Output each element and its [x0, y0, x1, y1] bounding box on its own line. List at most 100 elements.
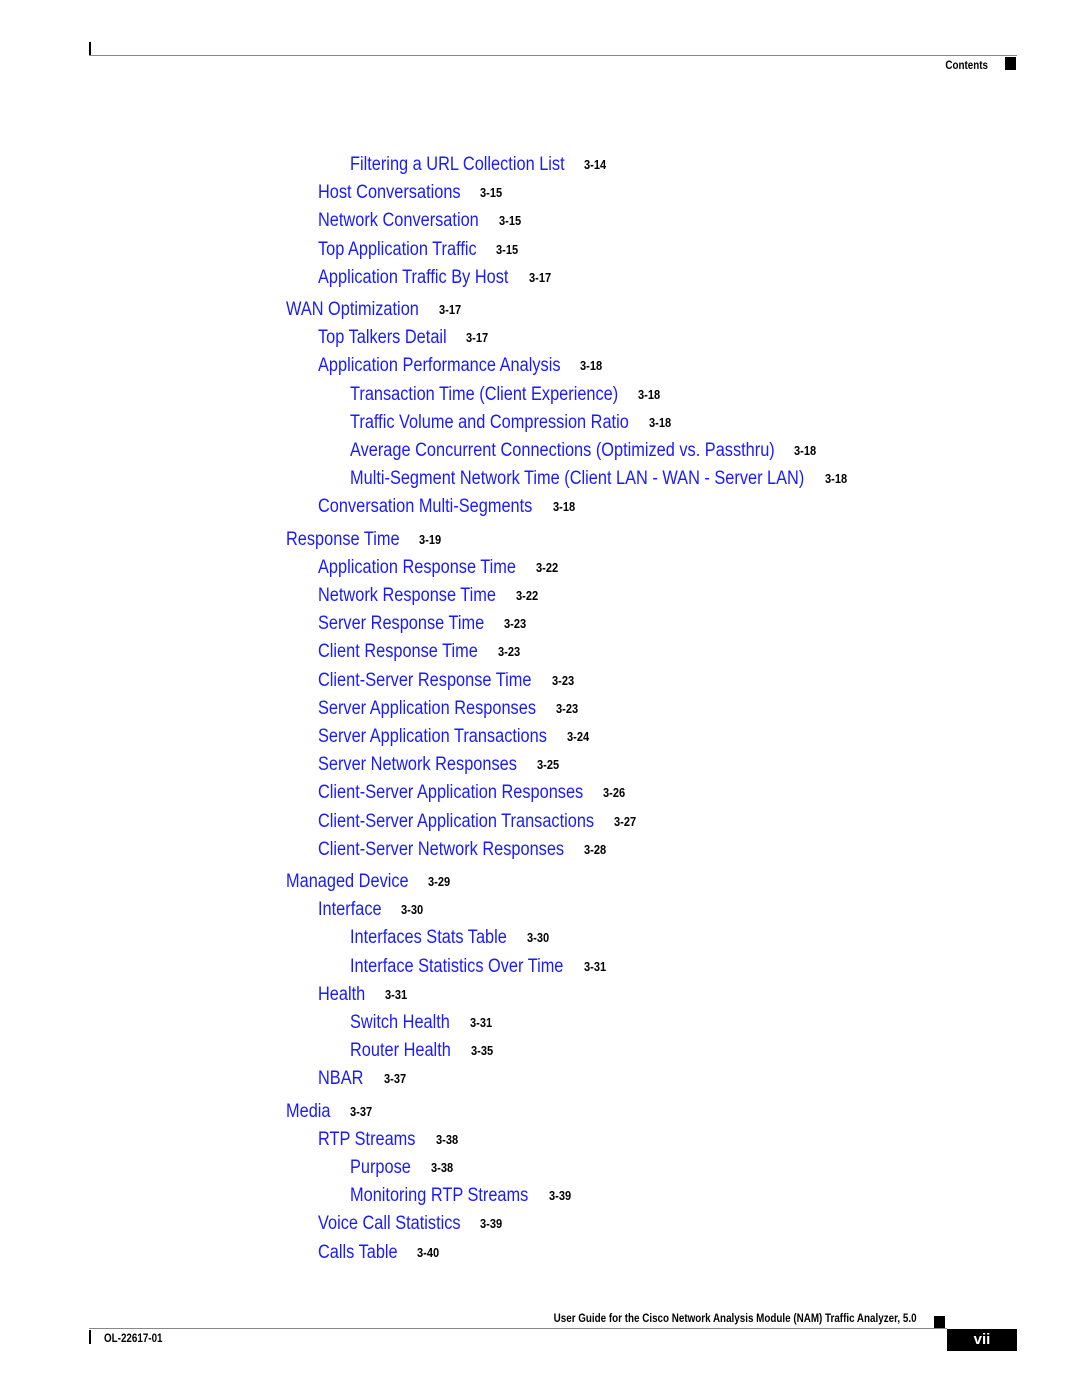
toc-entry[interactable]: Interface 3-30 [318, 899, 427, 921]
toc-entry[interactable]: Server Application Transactions 3-24 [318, 726, 593, 748]
toc-entry[interactable]: Network Response Time 3-22 [318, 585, 542, 607]
toc-entry-title-link[interactable]: Server Response Time [318, 613, 484, 635]
toc-entry[interactable]: RTP Streams 3-38 [318, 1129, 462, 1151]
toc-entry[interactable]: Client-Server Application Responses 3-26 [318, 782, 629, 804]
toc-entry[interactable]: Purpose 3-38 [350, 1157, 457, 1179]
toc-entry-title-link[interactable]: Application Performance Analysis [318, 355, 561, 377]
toc-entry-title-link[interactable]: Client-Server Application Responses [318, 782, 583, 804]
toc-entry-title-link[interactable]: Switch Health [350, 1012, 450, 1034]
toc-entry[interactable]: Monitoring RTP Streams 3-39 [350, 1185, 575, 1207]
toc-entry-title-link[interactable]: Interface Statistics Over Time [350, 956, 563, 978]
toc-entry[interactable]: Response Time 3-19 [286, 529, 445, 551]
toc-entry-title-link[interactable]: Multi-Segment Network Time (Client LAN -… [350, 468, 804, 490]
toc-entry[interactable]: Voice Call Statistics 3-39 [318, 1213, 506, 1235]
page-number-tab: vii [947, 1329, 1017, 1351]
toc-entry-page-number: 3-15 [498, 213, 521, 229]
toc-entry-page-number: 3-30 [401, 902, 424, 918]
toc-entry-title-link[interactable]: Health [318, 984, 365, 1006]
toc-entry[interactable]: Application Performance Analysis 3-18 [318, 355, 606, 377]
toc-entry-page-number: 3-15 [480, 185, 503, 201]
toc-entry[interactable]: Calls Table 3-40 [318, 1242, 443, 1264]
toc-entry[interactable]: Managed Device 3-29 [286, 871, 454, 893]
toc-entry-page-number: 3-19 [419, 531, 442, 547]
toc-entry-title-link[interactable]: Host Conversations [318, 182, 461, 204]
toc-entry-title-link[interactable]: Monitoring RTP Streams [350, 1185, 528, 1207]
toc-entry-page-number: 3-24 [566, 729, 589, 744]
toc-entry-title-link[interactable]: Client-Server Network Responses [318, 839, 564, 861]
toc-entry-title-link[interactable]: Filtering a URL Collection List [350, 154, 565, 176]
footer-guide-title: User Guide for the Cisco Network Analysi… [554, 1311, 917, 1325]
toc-entry-title-link[interactable]: Transaction Time (Client Experience) [350, 384, 618, 406]
toc-entry-page-number: 3-18 [824, 471, 847, 487]
toc-entry-title-link[interactable]: Application Response Time [318, 557, 516, 579]
toc-entry-title-link[interactable]: Network Response Time [318, 585, 496, 607]
toc-entry-title-link[interactable]: Calls Table [318, 1242, 398, 1264]
toc-entry-page-number: 3-18 [794, 443, 817, 458]
header-rule [89, 55, 1017, 56]
toc-entry[interactable]: Server Response Time 3-23 [318, 613, 530, 635]
toc-entry[interactable]: Average Concurrent Connections (Optimize… [350, 440, 820, 462]
toc-entry[interactable]: WAN Optimization 3-17 [286, 299, 465, 321]
crop-mark-bottom [89, 1330, 91, 1344]
toc-entry-title-link[interactable]: WAN Optimization [286, 299, 419, 321]
toc-entry[interactable]: Client-Server Application Transactions 3-… [318, 811, 640, 833]
footer-rule [89, 1328, 947, 1329]
toc-entry-title-link[interactable]: Top Talkers Detail [318, 327, 447, 349]
toc-entry-title-link[interactable]: Media [286, 1101, 331, 1123]
toc-entry[interactable]: Health 3-31 [318, 984, 411, 1006]
toc-entry-title-link[interactable]: Client-Server Response Time [318, 670, 531, 692]
toc-entry-page-number: 3-38 [435, 1131, 459, 1147]
toc-entry[interactable]: Client-Server Response Time 3-23 [318, 670, 578, 692]
toc-entry[interactable]: Filtering a URL Collection List 3-14 [350, 154, 610, 176]
toc-entry-title-link[interactable]: Voice Call Statistics [318, 1213, 461, 1235]
toc-entry-title-link[interactable]: Average Concurrent Connections (Optimize… [350, 440, 775, 462]
toc-entry[interactable]: Traffic Volume and Compression Ratio 3-18 [350, 412, 675, 434]
toc-entry[interactable]: Network Conversation 3-15 [318, 210, 525, 232]
toc-entry-title-link[interactable]: Purpose [350, 1157, 411, 1179]
toc-entry-title-link[interactable]: Server Application Responses [318, 698, 536, 720]
toc-entry[interactable]: Host Conversations 3-15 [318, 182, 506, 204]
toc-entry-title-link[interactable]: RTP Streams [318, 1129, 415, 1151]
toc-entry[interactable]: Top Talkers Detail 3-17 [318, 327, 492, 349]
toc-entry[interactable]: Client Response Time 3-23 [318, 641, 524, 663]
toc-entry[interactable]: Conversation Multi-Segments 3-18 [318, 496, 579, 518]
toc-entry[interactable]: Server Network Responses 3-25 [318, 754, 563, 776]
toc-entry[interactable]: NBAR 3-37 [318, 1068, 410, 1090]
toc-entry-title-link[interactable]: Application Traffic By Host [318, 267, 508, 289]
toc-entry-title-link[interactable]: Conversation Multi-Segments [318, 496, 532, 518]
toc-entry[interactable]: Transaction Time (Client Experience) 3-18 [350, 384, 664, 406]
toc-entry-title-link[interactable]: Server Application Transactions [318, 726, 547, 748]
toc-entry-page-number: 3-31 [583, 958, 606, 974]
toc-entry[interactable]: Application Response Time 3-22 [318, 557, 562, 579]
toc-entry-title-link[interactable]: Managed Device [286, 871, 409, 893]
toc-entry-page-number: 3-23 [555, 700, 579, 716]
toc-entry-title-link[interactable]: Top Application Traffic [318, 239, 477, 261]
header-block-marker [1005, 57, 1016, 70]
toc-entry-title-link[interactable]: Interfaces Stats Table [350, 927, 507, 949]
toc-entry[interactable]: Switch Health 3-31 [350, 1012, 496, 1034]
toc-entry-title-link[interactable]: Client-Server Application Transactions [318, 811, 594, 833]
toc-entry-title-link[interactable]: Response Time [286, 529, 400, 551]
toc-entry-page-number: 3-18 [580, 358, 603, 374]
toc-entry-title-link[interactable]: Network Conversation [318, 210, 479, 232]
toc-entry-page-number: 3-22 [515, 588, 539, 603]
toc-entry[interactable]: Interface Statistics Over Time 3-31 [350, 956, 610, 978]
toc-entry-page-number: 3-18 [638, 386, 661, 402]
toc-entry[interactable]: Media 3-37 [286, 1101, 376, 1123]
toc-entry-title-link[interactable]: Interface [318, 899, 382, 921]
toc-entry-title-link[interactable]: Traffic Volume and Compression Ratio [350, 412, 629, 434]
toc-entry-page-number: 3-39 [480, 1216, 503, 1232]
toc-entry[interactable]: Multi-Segment Network Time (Client LAN -… [350, 468, 851, 490]
header-section-label: Contents [945, 58, 988, 72]
toc-entry-title-link[interactable]: Server Network Responses [318, 754, 517, 776]
toc-entry-title-link[interactable]: NBAR [318, 1068, 363, 1090]
toc-entry-page-number: 3-23 [504, 616, 527, 632]
toc-entry[interactable]: Interfaces Stats Table 3-30 [350, 927, 553, 949]
toc-entry[interactable]: Server Application Responses 3-23 [318, 698, 582, 720]
toc-entry-title-link[interactable]: Router Health [350, 1040, 451, 1062]
toc-entry-title-link[interactable]: Client Response Time [318, 641, 478, 663]
toc-entry[interactable]: Top Application Traffic 3-15 [318, 239, 522, 261]
toc-entry[interactable]: Router Health 3-35 [350, 1040, 497, 1062]
toc-entry[interactable]: Application Traffic By Host 3-17 [318, 267, 555, 289]
toc-entry[interactable]: Client-Server Network Responses 3-28 [318, 839, 610, 861]
